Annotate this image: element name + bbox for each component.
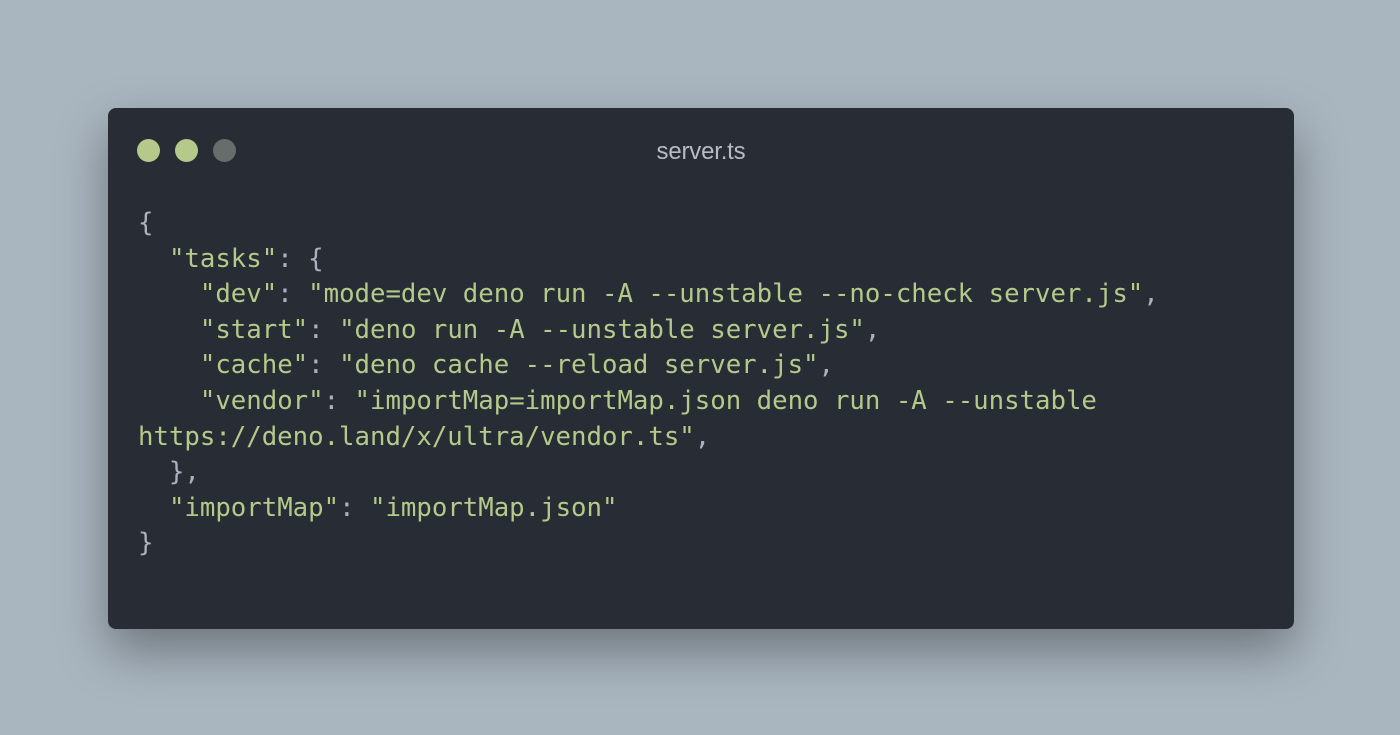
code-line: },: [138, 455, 1264, 491]
punctuation-token: :: [308, 314, 340, 345]
punctuation-token: :: [339, 492, 370, 523]
punctuation-token: {: [138, 208, 154, 238]
string-token: "importMap": [168, 492, 340, 523]
punctuation-token: [138, 386, 200, 416]
string-token: "importMap.json": [370, 492, 618, 523]
punctuation-token: ,: [1143, 279, 1159, 310]
string-token: "deno cache --reload server.js": [339, 350, 819, 381]
punctuation-token: :: [323, 385, 355, 416]
punctuation-token: ,: [864, 314, 881, 345]
code-line: "importMap": "importMap.json": [138, 491, 1264, 527]
punctuation-token: [138, 279, 200, 309]
punctuation-token: [138, 315, 200, 345]
code-line: "cache": "deno cache --reload server.js"…: [138, 348, 1264, 384]
code-line: "dev": "mode=dev deno run -A --unstable …: [138, 277, 1264, 313]
punctuation-token: :: [308, 350, 340, 381]
string-token: "tasks": [168, 243, 278, 274]
punctuation-token: [138, 350, 200, 380]
string-token: "start": [199, 314, 309, 345]
code-line: }: [138, 526, 1264, 562]
punctuation-token: [138, 244, 169, 274]
code-line: "vendor": "importMap=importMap.json deno…: [138, 384, 1264, 420]
punctuation-token: [138, 493, 169, 523]
punctuation-token: },: [138, 457, 200, 488]
punctuation-token: }: [138, 528, 154, 559]
string-token: "vendor": [199, 385, 324, 416]
code-window: server.ts { "tasks": { "dev": "mode=dev …: [108, 108, 1294, 629]
string-token: "importMap=importMap.json deno run -A --…: [354, 385, 1097, 416]
string-token: "cache": [199, 350, 309, 381]
title-bar: server.ts: [108, 108, 1294, 192]
punctuation-token: : {: [277, 243, 324, 274]
code-line: "start": "deno run -A --unstable server.…: [138, 313, 1264, 349]
code-block: { "tasks": { "dev": "mode=dev deno run -…: [138, 206, 1264, 562]
punctuation-token: :: [277, 279, 309, 310]
punctuation-token: ,: [818, 350, 834, 381]
code-line: {: [138, 206, 1264, 242]
string-token: "deno run -A --unstable server.js": [339, 314, 865, 345]
code-line: "tasks": {: [138, 242, 1264, 278]
code-line: https://deno.land/x/ultra/vendor.ts",: [138, 420, 1264, 456]
string-token: "mode=dev deno run -A --unstable --no-ch…: [308, 279, 1144, 310]
punctuation-token: ,: [694, 421, 711, 452]
string-token: https://deno.land/x/ultra/vendor.ts": [138, 421, 695, 452]
string-token: "dev": [199, 279, 278, 310]
window-title: server.ts: [656, 138, 746, 165]
